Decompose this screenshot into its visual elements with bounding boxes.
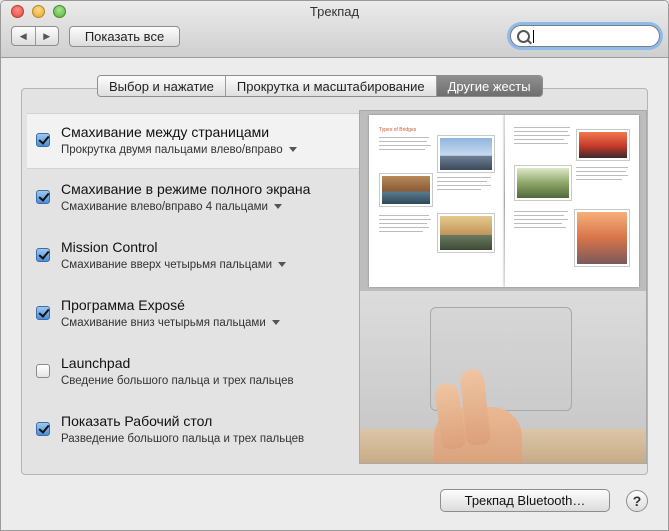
help-button[interactable]: ? [626,490,648,512]
back-button[interactable]: ◀ [12,27,35,45]
page-gutter [504,115,505,287]
back-forward-control: ◀ ▶ [11,26,59,46]
gesture-subtitle: Смахивание вверх четырьмя пальцами [61,259,273,271]
gesture-title: Показать Рабочий стол [61,413,213,429]
preview-page-left: Types of Bridges [369,115,504,287]
gesture-option-popup[interactable]: Смахивание влево/вправо 4 пальцами [61,201,282,213]
gesture-checkbox[interactable] [36,306,50,320]
bridge-photo [379,173,433,207]
bridge-photo [576,129,630,161]
preview-book: Types of Bridges [360,111,646,291]
gesture-title: Смахивание между страницами [61,124,270,140]
gesture-subtitle: Сведение большого пальца и трех пальцев [61,375,294,387]
dropdown-arrow-icon [273,204,282,210]
search-icon [517,30,530,43]
gesture-subtitle: Прокрутка двумя пальцами влево/вправо [61,144,283,156]
bridge-photo [574,209,630,267]
gesture-subtitle: Разведение большого пальца и трех пальце… [61,433,305,445]
gesture-option-popup[interactable]: Смахивание вверх четырьмя пальцами [61,259,287,271]
window-title: Трекпад [309,4,360,19]
preview-page-right [504,115,639,287]
gesture-row-swipe-pages[interactable]: Смахивание между страницами Прокрутка дв… [27,113,378,171]
gesture-row-expose[interactable]: Программа Exposé Смахивание вниз четырьм… [27,287,359,341]
tab-point-and-click[interactable]: Выбор и нажатие [98,76,225,96]
search-field[interactable] [510,25,660,47]
gesture-title: Смахивание в режиме полного экрана [61,181,311,197]
gesture-title: Launchpad [61,355,131,371]
gesture-option-popup[interactable]: Смахивание вниз четырьмя пальцами [61,317,280,329]
preview-page-title: Types of Bridges [379,127,417,133]
gesture-option-popup[interactable]: Прокрутка двумя пальцами влево/вправо [61,144,297,156]
gesture-row-swipe-fullscreen[interactable]: Смахивание в режиме полного экрана Смахи… [27,171,359,225]
gesture-title: Mission Control [61,239,158,255]
bridge-photo [437,135,495,173]
bluetooth-trackpad-button[interactable]: Трекпад Bluetooth… [440,489,610,512]
gesture-preview-video: Types of Bridges [359,110,647,464]
bridge-photo [514,165,572,201]
show-all-button[interactable]: Показать все [69,26,180,47]
title-bar: Трекпад ◀ ▶ Показать все [1,1,668,58]
gesture-row-launchpad[interactable]: Launchpad Сведение большого пальца и тре… [27,345,359,399]
gesture-subtitle: Смахивание вниз четырьмя пальцами [61,317,266,329]
dropdown-arrow-icon [271,320,280,326]
gesture-checkbox[interactable] [36,422,50,436]
bridge-photo [437,213,495,253]
dropdown-arrow-icon [288,147,297,153]
dropdown-arrow-icon [278,262,287,268]
gesture-row-show-desktop[interactable]: Показать Рабочий стол Разведение большог… [27,403,359,457]
gesture-checkbox[interactable] [36,364,50,378]
text-cursor [533,30,534,43]
preview-laptop [360,291,646,463]
trackpad-preferences-window: Трекпад ◀ ▶ Показать все Выбор и нажатие… [0,0,669,531]
gesture-checkbox[interactable] [36,248,50,262]
gesture-row-mission-control[interactable]: Mission Control Смахивание вверх четырьм… [27,229,359,283]
gesture-subtitle: Смахивание влево/вправо 4 пальцами [61,201,268,213]
gesture-checkbox[interactable] [36,133,50,147]
tab-scroll-and-zoom[interactable]: Прокрутка и масштабирование [224,76,436,96]
gesture-checkbox[interactable] [36,190,50,204]
forward-button[interactable]: ▶ [34,27,59,45]
tab-more-gestures[interactable]: Другие жесты [435,76,542,96]
gesture-title: Программа Exposé [61,297,185,313]
tab-bar: Выбор и нажатие Прокрутка и масштабирова… [97,75,543,97]
